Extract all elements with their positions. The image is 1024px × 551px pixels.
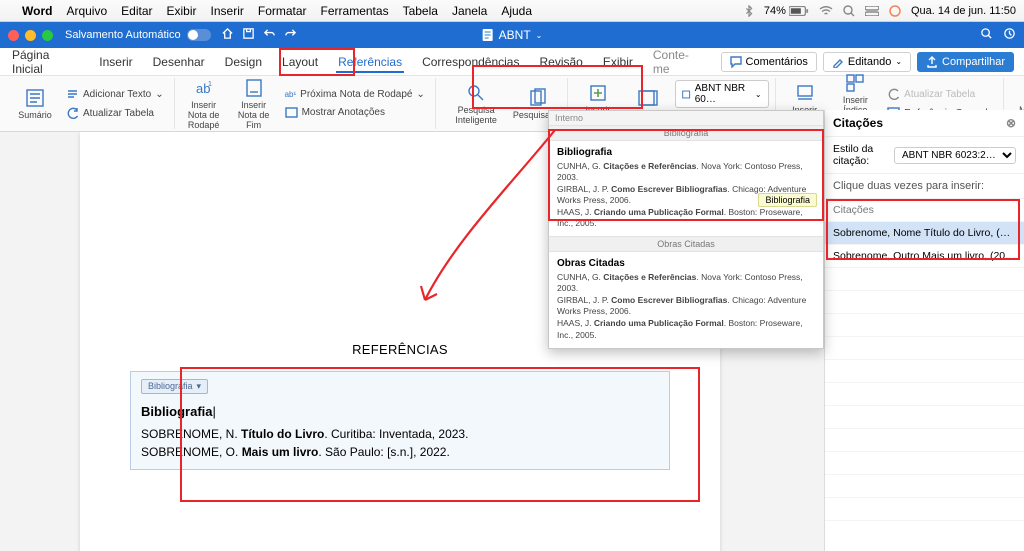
pane-style-select[interactable]: ABNT NBR 6023:2… [894,147,1016,164]
tab-desenhar[interactable]: Desenhar [151,51,207,73]
gallery-tooltip: Bibliografia [758,193,817,207]
citations-pane: Citações ⊗ Estilo da citação: ABNT NBR 6… [824,110,1024,551]
qat-undo-icon[interactable] [263,27,276,43]
menu-inserir[interactable]: Inserir [211,4,244,18]
citation-list-item [825,383,1024,406]
window-controls[interactable] [8,30,53,41]
add-text-button[interactable]: Adicionar Texto ⌄ [62,86,168,103]
menubar-status: 74% Qua. 14 de jun. 11:50 [744,5,1016,17]
wifi-icon[interactable] [819,6,833,16]
qat-home-icon[interactable] [221,27,234,43]
autosave-toggle[interactable]: Salvamento Automático [65,29,211,41]
battery-status[interactable]: 74% [764,5,809,17]
citation-list-item [825,452,1024,475]
annotation-arrow-icon [395,120,575,320]
citation-list-item [825,475,1024,498]
titlebar-search-icon[interactable] [980,27,993,43]
bib-entry: SOBRENOME, O. Mais um livro. São Paulo: … [141,445,659,459]
menu-janela[interactable]: Janela [452,4,487,18]
autosave-label: Salvamento Automático [65,29,181,41]
gallery-item-obras-citadas[interactable]: Obras Citadas CUNHA, G. Citações e Refer… [549,252,823,347]
bib-entry: SOBRENOME, N. Título do Livro. Curitiba:… [141,427,659,441]
citation-list-item [825,429,1024,452]
titlebar-history-icon[interactable] [1003,27,1016,43]
search-icon[interactable] [843,5,855,17]
qat-redo-icon[interactable] [284,27,297,43]
citation-list-item [825,406,1024,429]
close-icon[interactable]: ⊗ [1006,116,1016,130]
citation-list-item [825,268,1024,291]
pane-hint: Clique duas vezes para inserir: [825,174,1024,199]
menu-ferramentas[interactable]: Ferramentas [321,4,389,18]
menu-arquivo[interactable]: Arquivo [66,4,107,18]
popup-section-bibliografia: Bibliografia [549,125,823,141]
citation-list-item [825,498,1024,521]
tab-revisao[interactable]: Revisão [537,51,584,73]
show-notes-button[interactable]: Mostrar Anotações [281,104,429,121]
citation-list-item[interactable]: Sobrenome, Nome Título do Livro, (20… [825,222,1024,245]
minimize-icon[interactable] [25,30,36,41]
tab-referencias[interactable]: Referências [336,51,404,73]
bluetooth-icon[interactable] [744,5,754,17]
menu-exibir[interactable]: Exibir [167,4,197,18]
toc-button[interactable]: Sumário [12,86,58,122]
menu-ajuda[interactable]: Ajuda [501,4,532,18]
citation-list-item [825,360,1024,383]
menu-tabela[interactable]: Tabela [403,4,438,18]
pane-list-heading: Citações [825,199,1024,222]
mac-menubar: Word Arquivo Editar Exibir Inserir Forma… [0,0,1024,22]
citation-list-item [825,314,1024,337]
insert-endnote-button[interactable]: Inserir Nota de Fim [231,76,277,132]
close-icon[interactable] [8,30,19,41]
bibliography-gallery[interactable]: Interno Bibliografia Bibliografia CUNHA,… [548,110,824,349]
update-toc-button[interactable]: Atualizar Tabela [62,105,168,122]
editing-button[interactable]: Editando ⌄ [823,52,911,72]
update-table2-button: Atualizar Tabela [883,86,997,103]
control-center-icon[interactable] [865,6,879,16]
pane-style-label: Estilo da citação: [833,143,888,167]
share-button[interactable]: Compartilhar [917,52,1014,72]
tab-pagina-inicial[interactable]: Página Inicial [10,44,81,80]
zoom-icon[interactable] [42,30,53,41]
popup-section-obras: Obras Citadas [549,236,823,252]
gallery-item-bibliografia[interactable]: Bibliografia CUNHA, G. Citações e Referê… [549,141,823,236]
siri-icon[interactable] [889,5,901,17]
menu-editar[interactable]: Editar [121,4,152,18]
citation-list-item [825,291,1024,314]
menubar-app[interactable]: Word [22,4,52,18]
citation-style-selector[interactable]: ABNT NBR 60…⌄ [675,80,768,108]
popup-caption: Interno [549,111,823,125]
tab-conte-me[interactable]: Conte-me [651,44,705,80]
tab-exibir[interactable]: Exibir [601,51,635,73]
next-footnote-button[interactable]: ab¹Próxima Nota de Rodapé ⌄ [281,87,429,102]
menubar-clock[interactable]: Qua. 14 de jun. 11:50 [911,5,1016,17]
citation-list-item[interactable]: Sobrenome, Outro Mais um livro, (202… [825,245,1024,268]
menu-formatar[interactable]: Formatar [258,4,307,18]
field-tag[interactable]: Bibliografia ▾ [141,379,208,394]
switch-icon[interactable] [187,29,211,41]
pane-title: Citações [833,116,883,130]
bib-title: Bibliografia| [141,404,659,419]
bibliography-field[interactable]: Bibliografia ▾ Bibliografia| SOBRENOME, … [130,371,670,470]
document-title[interactable]: ABNT ⌄ [482,28,543,42]
tab-correspondencias[interactable]: Correspondências [420,51,521,73]
svg-text:1: 1 [208,81,212,88]
insert-footnote-button[interactable]: ab1Inserir Nota de Rodapé [181,76,227,132]
chevron-down-icon[interactable]: ⌄ [536,31,543,40]
window-titlebar: Salvamento Automático ABNT ⌄ [0,22,1024,48]
tab-design[interactable]: Design [223,51,264,73]
tab-inserir[interactable]: Inserir [97,51,134,73]
tab-layout[interactable]: Layout [280,51,320,73]
citation-list-item [825,337,1024,360]
comments-button[interactable]: Comentários [721,52,817,72]
qat-save-icon[interactable] [242,27,255,43]
